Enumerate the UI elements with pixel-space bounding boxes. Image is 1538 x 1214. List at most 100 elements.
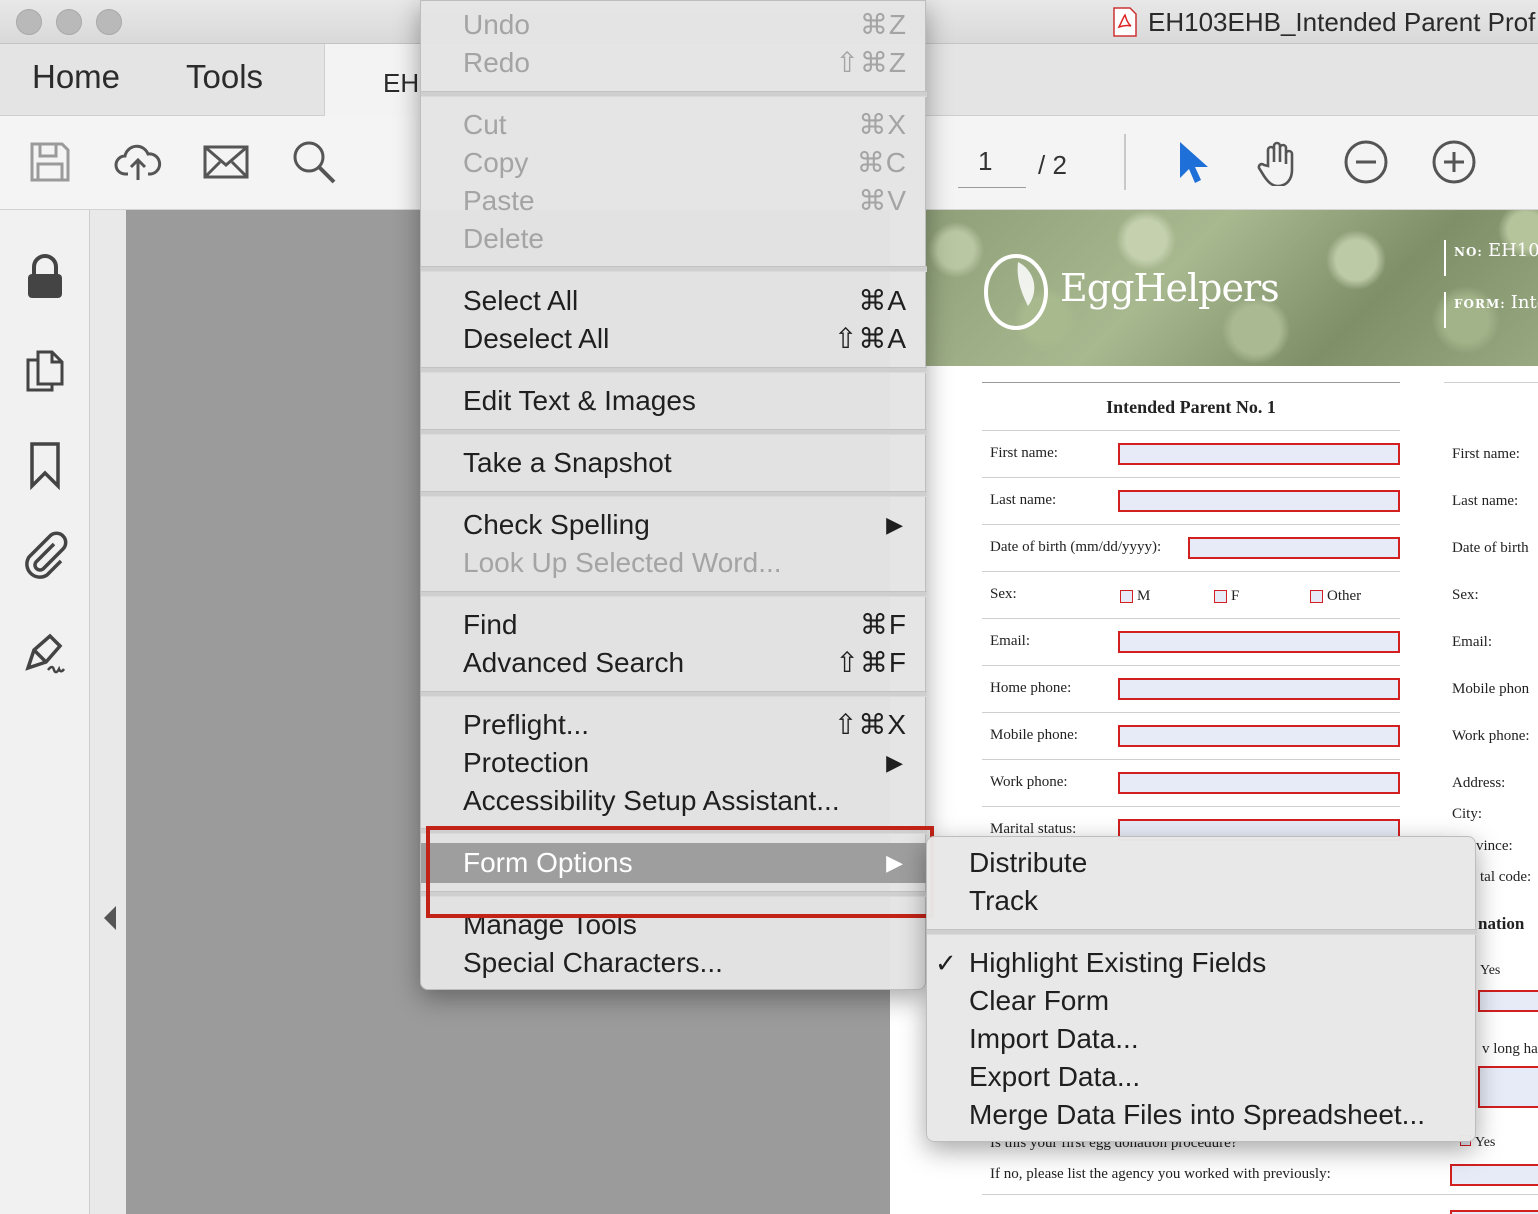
- p2-label-email: Email:: [1452, 634, 1492, 650]
- sex-other-checkbox[interactable]: Other: [1310, 588, 1361, 605]
- paste-shortcut: ⌘V: [858, 185, 907, 216]
- submenu-item-import-data[interactable]: Import Data...: [969, 1020, 1139, 1058]
- undo-shortcut: ⌘Z: [859, 9, 907, 40]
- pages-icon[interactable]: [20, 346, 70, 396]
- advanced-search-shortcut: ⇧⌘F: [835, 647, 907, 678]
- submenu-item-track[interactable]: Track: [969, 882, 1038, 920]
- select-pointer-icon[interactable]: [1168, 138, 1216, 186]
- find-label: Find: [463, 609, 518, 640]
- menu-item-preflight[interactable]: Preflight... ⇧⌘X: [463, 706, 907, 744]
- section-title: Intended Parent No. 1: [982, 382, 1400, 418]
- submenu-item-clear-form[interactable]: Clear Form: [969, 982, 1109, 1020]
- label-last-name: Last name:: [990, 492, 1057, 508]
- submenu-item-distribute[interactable]: Distribute: [969, 844, 1087, 882]
- p2-label-sex: Sex:: [1452, 587, 1479, 603]
- attachment-icon[interactable]: [20, 530, 70, 580]
- label-mobile-phone: Mobile phone:: [990, 727, 1078, 743]
- menu-separator: [421, 367, 927, 373]
- menu-item-protection[interactable]: Protection ▶: [463, 744, 907, 782]
- p2-label-dob: Date of birth: [1452, 540, 1529, 556]
- row-mobile-phone: Mobile phone:: [982, 712, 1400, 758]
- menu-item-edit-text-images[interactable]: Edit Text & Images: [463, 382, 907, 420]
- p2-field-1[interactable]: [1478, 990, 1538, 1012]
- header-form-value: Inte: [1510, 292, 1538, 313]
- row-home-phone: Home phone:: [982, 665, 1400, 711]
- accessibility-label: Accessibility Setup Assistant...: [463, 785, 840, 816]
- first-name-field[interactable]: [1118, 443, 1400, 465]
- row-first-name: First name:: [982, 430, 1400, 476]
- menu-separator: [421, 91, 927, 97]
- sign-pen-icon[interactable]: [20, 628, 70, 678]
- email-icon[interactable]: [202, 138, 250, 186]
- label-email: Email:: [990, 633, 1030, 649]
- special-characters-label: Special Characters...: [463, 947, 723, 978]
- header-form-label: FORM:: [1454, 297, 1506, 311]
- tab-document[interactable]: EH: [324, 44, 434, 116]
- dob-field[interactable]: [1188, 537, 1400, 559]
- upload-cloud-icon[interactable]: [114, 138, 162, 186]
- zoom-in-icon[interactable]: [1430, 138, 1478, 186]
- label-first-name: First name:: [990, 445, 1058, 461]
- menu-item-special-characters[interactable]: Special Characters...: [463, 944, 907, 982]
- zoom-window-button[interactable]: [96, 9, 122, 35]
- row-sex: Sex: M F Other: [982, 571, 1400, 617]
- menu-item-check-spelling[interactable]: Check Spelling ▶: [463, 506, 907, 544]
- menu-item-undo[interactable]: Undo ⌘Z: [463, 6, 907, 44]
- menu-item-look-up[interactable]: Look Up Selected Word...: [463, 544, 907, 582]
- page-number-input[interactable]: 1: [958, 146, 1026, 188]
- work-phone-field[interactable]: [1118, 772, 1400, 794]
- menu-item-redo[interactable]: Redo ⇧⌘Z: [463, 44, 907, 82]
- hand-tool-icon[interactable]: [1254, 138, 1302, 186]
- menu-item-delete[interactable]: Delete: [463, 220, 907, 258]
- minimize-window-button[interactable]: [56, 9, 82, 35]
- lock-icon[interactable]: [20, 252, 70, 302]
- submenu-item-export-data[interactable]: Export Data...: [969, 1058, 1140, 1096]
- menu-item-deselect-all[interactable]: Deselect All ⇧⌘A: [463, 320, 907, 358]
- zoom-out-icon[interactable]: [1342, 138, 1390, 186]
- close-window-button[interactable]: [16, 9, 42, 35]
- check-spelling-label: Check Spelling: [463, 509, 650, 540]
- search-icon[interactable]: [290, 138, 338, 186]
- tab-home[interactable]: Home: [32, 58, 120, 96]
- menu-item-paste[interactable]: Paste ⌘V: [463, 182, 907, 220]
- protection-label: Protection: [463, 747, 590, 778]
- save-icon[interactable]: [26, 138, 74, 186]
- undo-label: Undo: [463, 9, 530, 40]
- tab-tools[interactable]: Tools: [186, 58, 263, 96]
- p2-field-bottom[interactable]: [1450, 1210, 1538, 1214]
- cut-shortcut: ⌘X: [858, 109, 907, 140]
- menu-item-find[interactable]: Find ⌘F: [463, 606, 907, 644]
- submenu-item-merge-data[interactable]: Merge Data Files into Spreadsheet...: [969, 1096, 1425, 1134]
- menu-item-advanced-search[interactable]: Advanced Search ⇧⌘F: [463, 644, 907, 682]
- header-no-label: NO:: [1454, 245, 1483, 259]
- email-field[interactable]: [1118, 631, 1400, 653]
- p2-label-yes-2: Yes: [1475, 1135, 1496, 1150]
- logo-text: EggHelpers: [1060, 266, 1280, 310]
- preflight-label: Preflight...: [463, 709, 590, 740]
- p2-label-province: vince:: [1476, 838, 1513, 854]
- label-work-phone: Work phone:: [990, 774, 1068, 790]
- sex-m-checkbox[interactable]: M: [1120, 588, 1150, 605]
- home-phone-field[interactable]: [1118, 678, 1400, 700]
- menu-item-copy[interactable]: Copy ⌘C: [463, 144, 907, 182]
- deselect-all-label: Deselect All: [463, 323, 610, 354]
- submenu-item-highlight-fields[interactable]: Highlight Existing Fields: [969, 944, 1266, 982]
- menu-item-select-all[interactable]: Select All ⌘A: [463, 282, 907, 320]
- row-work-phone: Work phone:: [982, 759, 1400, 805]
- sex-f-checkbox[interactable]: F: [1214, 588, 1239, 605]
- select-all-label: Select All: [463, 285, 579, 316]
- menu-item-accessibility[interactable]: Accessibility Setup Assistant...: [463, 782, 907, 820]
- menu-item-cut[interactable]: Cut ⌘X: [463, 106, 907, 144]
- collapse-panel-arrow-icon[interactable]: [100, 904, 120, 932]
- mobile-phone-field[interactable]: [1118, 725, 1400, 747]
- menu-item-take-snapshot[interactable]: Take a Snapshot: [463, 444, 907, 482]
- p2-field-2[interactable]: [1478, 1066, 1538, 1108]
- p2-agency-field[interactable]: [1450, 1164, 1538, 1186]
- header-form-name: FORM: Inte: [1444, 292, 1538, 328]
- header-document-number: NO: EH103: [1444, 240, 1538, 276]
- submenu-arrow-icon: ▶: [886, 512, 903, 537]
- bookmark-icon[interactable]: [20, 440, 70, 490]
- last-name-field[interactable]: [1118, 490, 1400, 512]
- sex-m-label: M: [1137, 588, 1151, 604]
- look-up-label: Look Up Selected Word...: [463, 547, 782, 578]
